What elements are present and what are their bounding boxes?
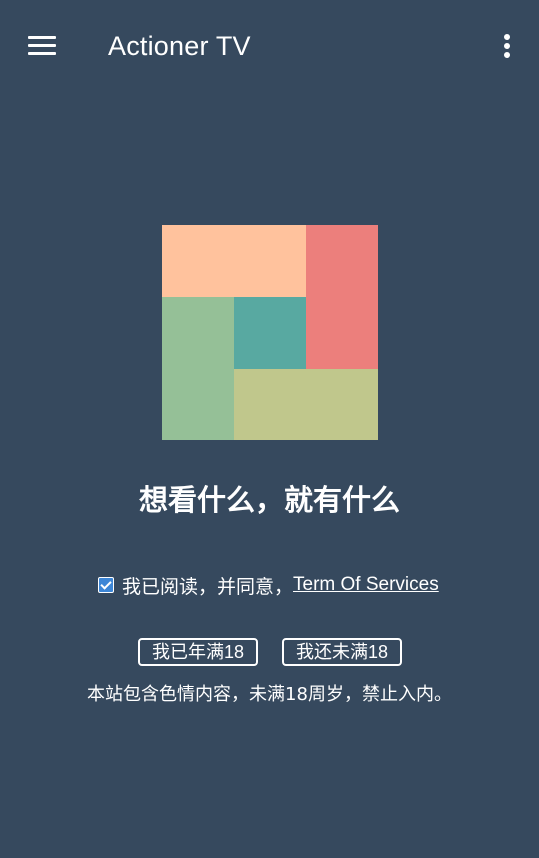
tagline: 想看什么，就有什么 bbox=[138, 483, 400, 517]
app-logo bbox=[162, 225, 378, 440]
terms-of-service-link[interactable]: Term Of Services bbox=[293, 574, 439, 596]
age-warning-notice: 本站包含色情内容，未满18周岁，禁止入内。 bbox=[87, 684, 452, 705]
age-confirmation: 我已年满18 我还未满18 bbox=[138, 638, 402, 666]
menu-icon-line bbox=[28, 44, 56, 47]
more-dot bbox=[504, 52, 510, 58]
logo-tile-red bbox=[306, 225, 378, 369]
minor-button[interactable]: 我还未满18 bbox=[282, 638, 402, 666]
more-dot bbox=[504, 43, 510, 49]
menu-icon-line bbox=[28, 52, 56, 55]
terms-agreement: 我已阅读，并同意， Term Of Services bbox=[98, 572, 439, 598]
logo-tile-peach bbox=[162, 225, 306, 297]
logo-tile-teal bbox=[234, 297, 306, 369]
more-options-icon[interactable] bbox=[496, 28, 518, 64]
agree-text: 我已阅读，并同意， bbox=[122, 575, 294, 598]
menu-icon-line bbox=[28, 36, 56, 39]
agree-checkbox[interactable] bbox=[98, 577, 114, 593]
logo-tile-olive bbox=[234, 369, 378, 440]
app-title: Actioner TV bbox=[108, 31, 251, 61]
adult-confirm-button[interactable]: 我已年满18 bbox=[138, 638, 258, 666]
menu-icon[interactable] bbox=[22, 28, 62, 64]
logo-tile-green bbox=[162, 297, 234, 440]
app-bar: Actioner TV bbox=[0, 0, 539, 92]
more-dot bbox=[504, 34, 510, 40]
